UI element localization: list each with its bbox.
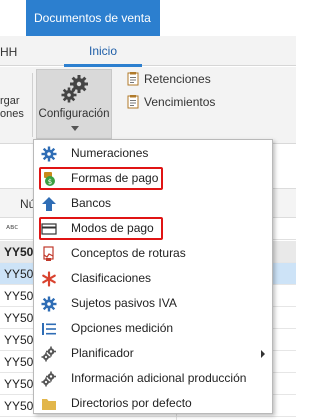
menu-item-label: Bancos (71, 196, 112, 210)
document-icon (127, 72, 139, 86)
menu-item-clasificaciones[interactable]: Clasificaciones (34, 266, 272, 291)
document-tab-label: Documentos de venta (34, 11, 151, 25)
configuracion-menu: Numeraciones $ Formas de pago Bancos Modos d… (33, 139, 273, 414)
cell-numero: YY50 (4, 333, 34, 347)
asterisk-icon (41, 271, 57, 287)
cell-numero: YY50 (4, 245, 34, 259)
menu-item-sujetos-pasivos-iva[interactable]: Sujetos pasivos IVA (34, 291, 272, 316)
gear-icon (41, 146, 57, 162)
gears-icon (41, 371, 57, 387)
folder-icon (41, 396, 57, 412)
menu-item-bancos[interactable]: Bancos (34, 191, 272, 216)
gear-icon (41, 296, 57, 312)
text-filter-icon: ᴀʙc (6, 223, 19, 231)
ribbon-body: rgar ones Configuración Retenciones Venc… (0, 67, 296, 144)
cargar-label-line1: rgar (0, 95, 20, 107)
menu-item-numeraciones[interactable]: Numeraciones (34, 141, 272, 166)
menu-item-opciones-medicion[interactable]: Opciones medición (34, 316, 272, 341)
list-icon (41, 321, 57, 337)
menu-item-label: Numeraciones (71, 146, 149, 160)
menu-item-label: Sujetos pasivos IVA (71, 296, 177, 310)
configuracion-label: Configuración (38, 108, 110, 120)
menu-item-conceptos-de-roturas[interactable]: Conceptos de roturas (34, 241, 272, 266)
menu-item-label: Opciones medición (71, 321, 174, 335)
chevron-right-icon (261, 350, 265, 358)
cell-numero: YY50 (4, 377, 34, 391)
cell-numero: YY50 (4, 355, 34, 369)
highlight-box (39, 167, 163, 190)
tab-inicio-label: Inicio (88, 44, 117, 58)
tab-inicio[interactable]: Inicio (64, 36, 142, 67)
menu-item-informacion-adicional-produccion[interactable]: Información adicional producción (34, 366, 272, 391)
menu-item-label: Planificador (71, 346, 134, 360)
cell-numero: YY50 (4, 267, 34, 281)
gears-icon (61, 75, 88, 103)
ribbon-tabs: HH Inicio (0, 36, 296, 67)
bank-icon (41, 196, 57, 212)
retenciones-label: Retenciones (144, 72, 211, 86)
chevron-down-icon (71, 126, 79, 131)
menu-item-label: Clasificaciones (71, 271, 152, 285)
cargar-label-line2: ones (0, 108, 24, 120)
menu-item-label: Directorios por defecto (71, 396, 192, 410)
document-tab[interactable]: Documentos de venta (26, 0, 160, 36)
broken-document-icon (41, 246, 57, 262)
gears-icon (41, 346, 57, 362)
cargar-button[interactable]: rgar ones (0, 95, 26, 121)
cell-numero: YY50 (4, 289, 34, 303)
document-icon (127, 95, 139, 109)
ribbon-tab-partial[interactable]: HH (0, 45, 17, 59)
highlight-box (39, 217, 163, 240)
menu-item-directorios-por-defecto[interactable]: Directorios por defecto (34, 391, 272, 416)
menu-item-label: Información adicional producción (71, 371, 247, 385)
configuracion-button[interactable]: Configuración (36, 69, 112, 139)
title-bar: Documentos de venta (0, 0, 296, 36)
cell-numero: YY50 (4, 399, 34, 413)
vencimientos-label: Vencimientos (144, 95, 216, 109)
menu-item-planificador[interactable]: Planificador (34, 341, 272, 366)
cell-numero: YY50 (4, 311, 34, 325)
ribbon-separator (32, 73, 33, 137)
menu-item-label: Conceptos de roturas (71, 246, 186, 260)
